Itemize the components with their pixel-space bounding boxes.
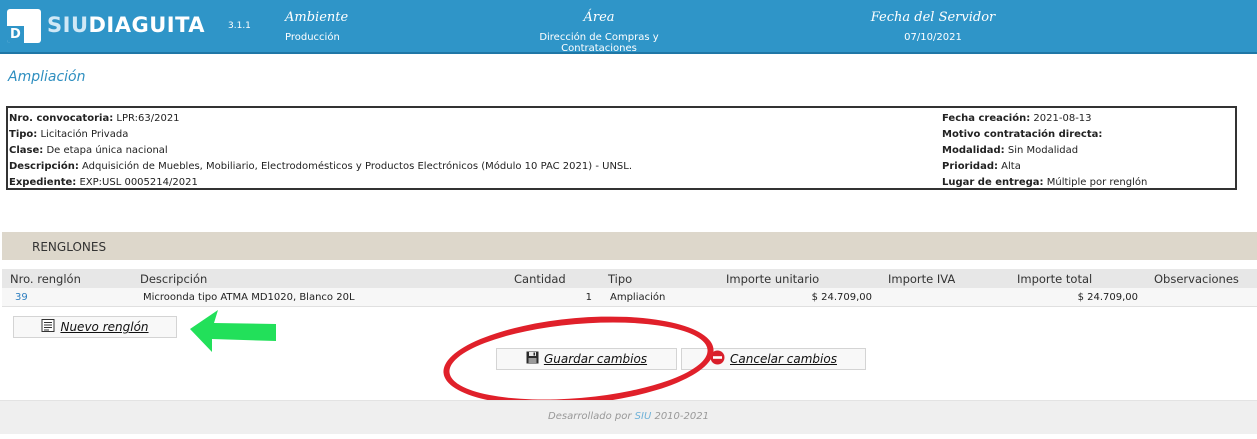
logo-mark-letter: D xyxy=(10,27,21,42)
renglon-descripcion: Microonda tipo ATMA MD1020, Blanco 20L xyxy=(143,292,355,303)
renglones-section-header: RENGLONES xyxy=(2,232,1257,260)
ambiente-label: Ambiente xyxy=(285,10,349,25)
info-row: Expediente: EXP:USL 0005214/2021 xyxy=(9,177,198,188)
column-header: Observaciones xyxy=(1154,272,1239,286)
column-header: Importe unitario xyxy=(726,272,820,286)
info-row: Descripción: Adquisición de Muebles, Mob… xyxy=(9,161,633,172)
renglon-importe-total: $ 24.709,00 xyxy=(1077,292,1138,303)
info-row: Motivo contratación directa: xyxy=(942,129,1103,140)
logo-prefix: SIU xyxy=(47,13,89,37)
column-header: Cantidad xyxy=(514,272,566,286)
renglones-section-title: RENGLONES xyxy=(32,240,107,254)
footer-credit: Desarrollado por SIU 2010-2021 xyxy=(0,411,1257,422)
page-footer: Desarrollado por SIU 2010-2021 xyxy=(0,400,1257,434)
table-row: 39 Microonda tipo ATMA MD1020, Blanco 20… xyxy=(2,288,1257,307)
nuevo-renglon-label: Nuevo renglón xyxy=(60,320,149,334)
app-version: 3.1.1 xyxy=(228,21,251,31)
fecha-servidor-block: Fecha del Servidor 07/10/2021 xyxy=(862,10,1004,43)
page-title: Ampliación xyxy=(8,69,86,85)
column-header: Descripción xyxy=(140,272,208,286)
info-row: Clase: De etapa única nacional xyxy=(9,145,168,156)
app-logo-text: SIUDIAGUITA xyxy=(47,13,205,37)
convocatoria-info-box: Nro. convocatoria: LPR:63/2021 Tipo: Lic… xyxy=(6,106,1237,190)
nuevo-renglon-button[interactable]: Nuevo renglón xyxy=(13,316,177,338)
list-document-icon xyxy=(41,319,55,335)
info-left-column: Nro. convocatoria: LPR:63/2021 Tipo: Lic… xyxy=(9,111,632,191)
area-value: Dirección de Compras y Contrataciones xyxy=(539,32,659,54)
green-arrow-annotation-icon xyxy=(190,310,276,352)
info-row: Nro. convocatoria: LPR:63/2021 xyxy=(9,113,180,124)
info-row: Fecha creación: 2021-08-13 xyxy=(942,113,1092,124)
column-header: Importe IVA xyxy=(888,272,956,286)
renglon-number-link[interactable]: 39 xyxy=(15,292,28,303)
renglon-tipo: Ampliación xyxy=(610,292,666,303)
logo-suffix: DIAGUITA xyxy=(88,13,206,37)
column-header: Tipo xyxy=(608,272,633,286)
info-row: Tipo: Licitación Privada xyxy=(9,129,129,140)
column-header: Nro. renglón xyxy=(10,272,81,286)
footer-siu-link[interactable]: SIU xyxy=(635,411,652,422)
footer-years: 2010-2021 xyxy=(654,411,709,422)
cancelar-cambios-label: Cancelar cambios xyxy=(730,352,837,366)
siu-logo-icon: D xyxy=(7,9,41,43)
info-row: Modalidad: Sin Modalidad xyxy=(942,145,1079,156)
ambiente-value: Producción xyxy=(285,32,340,43)
fecha-servidor-label: Fecha del Servidor xyxy=(870,10,996,25)
ambiente-block: Ambiente Producción xyxy=(285,10,348,43)
footer-prefix: Desarrollado por xyxy=(548,411,632,422)
info-row: Prioridad: Alta xyxy=(942,161,1021,172)
column-header: Importe total xyxy=(1017,272,1093,286)
app-header: D SIUDIAGUITA 3.1.1 Ambiente Producción … xyxy=(0,0,1257,54)
info-row: Lugar de entrega: Múltiple por renglón xyxy=(942,177,1148,188)
area-label: Área xyxy=(583,10,615,25)
area-block: Área Dirección de Compras y Contratacion… xyxy=(502,10,696,54)
renglones-table-header: Nro. renglón Descripción Cantidad Tipo I… xyxy=(2,269,1257,288)
fecha-servidor-value: 07/10/2021 xyxy=(904,32,962,43)
info-right-column: Fecha creación: 2021-08-13 Motivo contra… xyxy=(942,111,1147,191)
renglon-importe-unitario: $ 24.709,00 xyxy=(811,292,872,303)
renglon-cantidad: 1 xyxy=(585,292,592,303)
